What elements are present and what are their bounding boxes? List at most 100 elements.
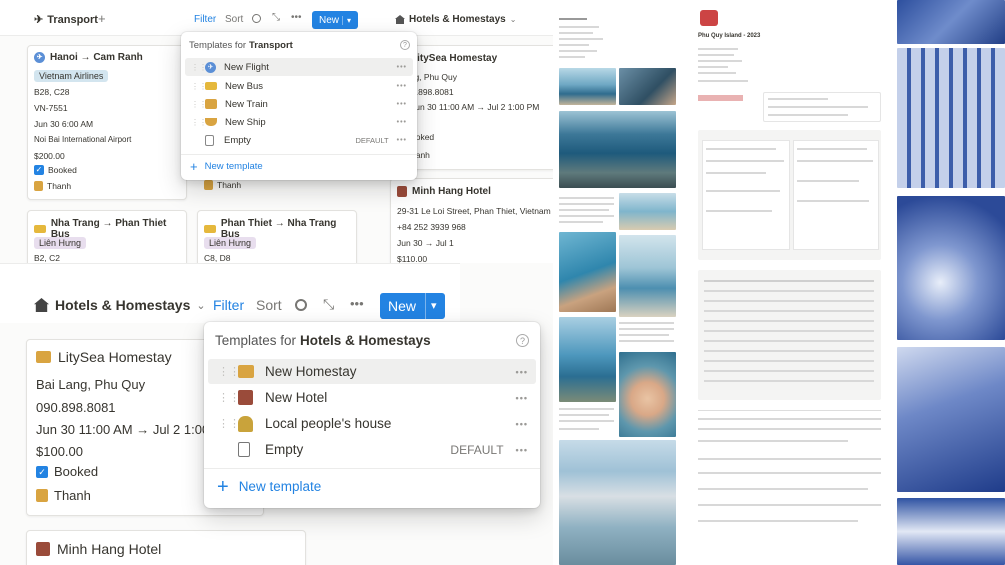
bus-icon <box>205 82 217 90</box>
airplane-icon: ✈ <box>34 14 44 26</box>
card-flight[interactable]: ✈ Hanoi → Cam Ranh Vietnam Airlines B28,… <box>27 45 187 200</box>
bus-icon <box>204 225 216 233</box>
more-icon[interactable]: ••• <box>291 12 302 23</box>
expand-icon[interactable]: ⤡ <box>323 296 334 313</box>
new-template-button[interactable]: + New template <box>190 158 263 174</box>
new-button[interactable]: New ▾ <box>312 11 358 29</box>
photo-pool <box>897 498 1005 565</box>
default-badge: DEFAULT <box>355 135 389 145</box>
page-icon <box>205 134 214 146</box>
check-icon: ✓ <box>36 465 48 478</box>
place: Noi Bai International Airport <box>34 135 132 144</box>
template-new-ship[interactable]: ⋮⋮ New Ship ••• <box>185 113 413 131</box>
more-icon[interactable]: ••• <box>516 445 528 455</box>
more-icon[interactable]: ••• <box>516 367 528 377</box>
more-icon[interactable]: ••• <box>397 64 407 71</box>
seats: B28, C28 <box>34 87 70 97</box>
card-minh-hang[interactable]: Minh Hang Hotel 29-31 Le Loi Street, Pha… <box>390 178 553 263</box>
page-icon <box>238 442 250 457</box>
more-icon[interactable]: ••• <box>516 419 528 429</box>
card-bus-2[interactable]: Phan Thiet → Nha Trang Bus Liên Hưng C8,… <box>197 210 357 263</box>
expand-icon[interactable]: ⤡ <box>272 12 280 23</box>
menu-title: Templates for Hotels & Homestays <box>215 333 431 348</box>
tab-hotels[interactable]: Hotels & Homestays ⌄ <box>34 297 206 313</box>
tab-transport[interactable]: ✈ Transport <box>34 13 98 27</box>
company-tag: Liên Hưng <box>204 237 257 249</box>
help-icon[interactable]: ? <box>400 40 410 50</box>
check-icon: ✓ <box>34 165 44 175</box>
template-empty[interactable]: Empty DEFAULT ••• <box>208 437 536 462</box>
photo-beach-person <box>559 68 616 105</box>
blue-photo-strip <box>895 0 1005 565</box>
seats: B2, C2 <box>34 253 60 263</box>
new-button[interactable]: New ▾ <box>380 293 445 319</box>
chevron-down-icon[interactable]: ▾ <box>425 293 437 319</box>
template-new-homestay[interactable]: ⋮⋮ New Homestay ••• <box>208 359 536 384</box>
booked-checkbox[interactable]: ✓ Booked <box>34 165 77 175</box>
photo-architecture <box>897 0 1005 44</box>
search-icon[interactable] <box>252 14 261 23</box>
template-new-flight[interactable]: ⋮⋮ ✈ New Flight ••• <box>185 58 413 76</box>
card-minh-hang[interactable]: Minh Hang Hotel <box>26 530 306 565</box>
doc-icon <box>700 10 718 26</box>
more-icon[interactable]: ••• <box>350 296 364 311</box>
new-template-button[interactable]: + New template <box>217 475 321 498</box>
price: $100.00 <box>36 444 83 459</box>
search-icon[interactable] <box>295 299 307 311</box>
photo-shell-hand <box>559 232 616 312</box>
plus-icon: + <box>217 475 229 498</box>
trip-document: Phu Quy Island - 2023 <box>678 0 895 565</box>
more-icon[interactable]: ••• <box>397 83 407 90</box>
doc-title: Phu Quy Island - 2023 <box>698 33 761 39</box>
person: Thanh <box>204 180 241 190</box>
hotel-icon <box>397 186 407 197</box>
sort-button[interactable]: Sort <box>225 14 243 25</box>
time: Jun 30 11:00 AM → Jul 2 1:00 PM <box>36 422 233 437</box>
plus-icon: + <box>190 158 198 174</box>
more-icon[interactable]: ••• <box>397 101 407 108</box>
add-view-button[interactable]: + <box>98 11 106 26</box>
sort-button[interactable]: Sort <box>256 297 282 313</box>
ship-icon <box>205 118 217 126</box>
photo-cafe <box>897 196 1005 340</box>
airplane-icon: ✈ <box>205 61 216 73</box>
person-icon <box>204 180 213 190</box>
airplane-icon: ✈ <box>34 52 45 63</box>
house-icon <box>238 365 254 378</box>
transport-templates-menu: Templates for Transport ? ⋮⋮ ✈ New Fligh… <box>181 32 417 180</box>
tab-hotels[interactable]: Hotels & Homestays ⌄ <box>395 14 516 25</box>
more-icon[interactable]: ••• <box>516 393 528 403</box>
hotel-icon <box>238 390 253 405</box>
person-icon <box>34 181 43 191</box>
help-icon[interactable]: ? <box>516 334 529 347</box>
company-tag: Liên Hưng <box>34 237 87 249</box>
train-icon <box>205 99 217 109</box>
template-local-house[interactable]: ⋮⋮ Local people's house ••• <box>208 411 536 436</box>
photo-terrace <box>897 347 1005 492</box>
person-icon <box>36 489 48 502</box>
template-empty[interactable]: Empty DEFAULT ••• <box>185 131 413 149</box>
address: Bai Lang, Phu Quy <box>36 377 146 392</box>
more-icon[interactable]: ••• <box>397 119 407 126</box>
template-new-bus[interactable]: ⋮⋮ New Bus ••• <box>185 77 413 95</box>
photo-railing <box>897 48 1005 188</box>
booked-checkbox[interactable]: ✓ Booked <box>36 464 98 479</box>
template-new-hotel[interactable]: ⋮⋮ New Hotel ••• <box>208 385 536 410</box>
house-icon <box>36 351 51 363</box>
photo-cliff <box>559 317 616 402</box>
hotels-templates-menu: Templates for Hotels & Homestays ? ⋮⋮ Ne… <box>204 322 540 508</box>
photo-page <box>553 0 678 565</box>
filter-button[interactable]: Filter <box>213 297 244 313</box>
phone: 090.898.8081 <box>36 400 116 415</box>
card-bus-1[interactable]: Nha Trang → Phan Thiet Bus Liên Hưng B2,… <box>27 210 187 263</box>
house-icon <box>34 298 49 312</box>
filter-button[interactable]: Filter <box>194 14 216 25</box>
time: Jun 30 6:00 AM <box>34 119 94 129</box>
flight-code: VN-7551 <box>34 103 68 113</box>
airline-tag: Vietnam Airlines <box>34 70 109 82</box>
person: Thanh <box>36 488 91 503</box>
chevron-down-icon[interactable]: ▾ <box>342 15 351 25</box>
more-icon[interactable]: ••• <box>397 137 407 144</box>
template-new-train[interactable]: ⋮⋮ New Train ••• <box>185 95 413 113</box>
card-title: ✈ Hanoi → Cam Ranh <box>34 52 143 63</box>
